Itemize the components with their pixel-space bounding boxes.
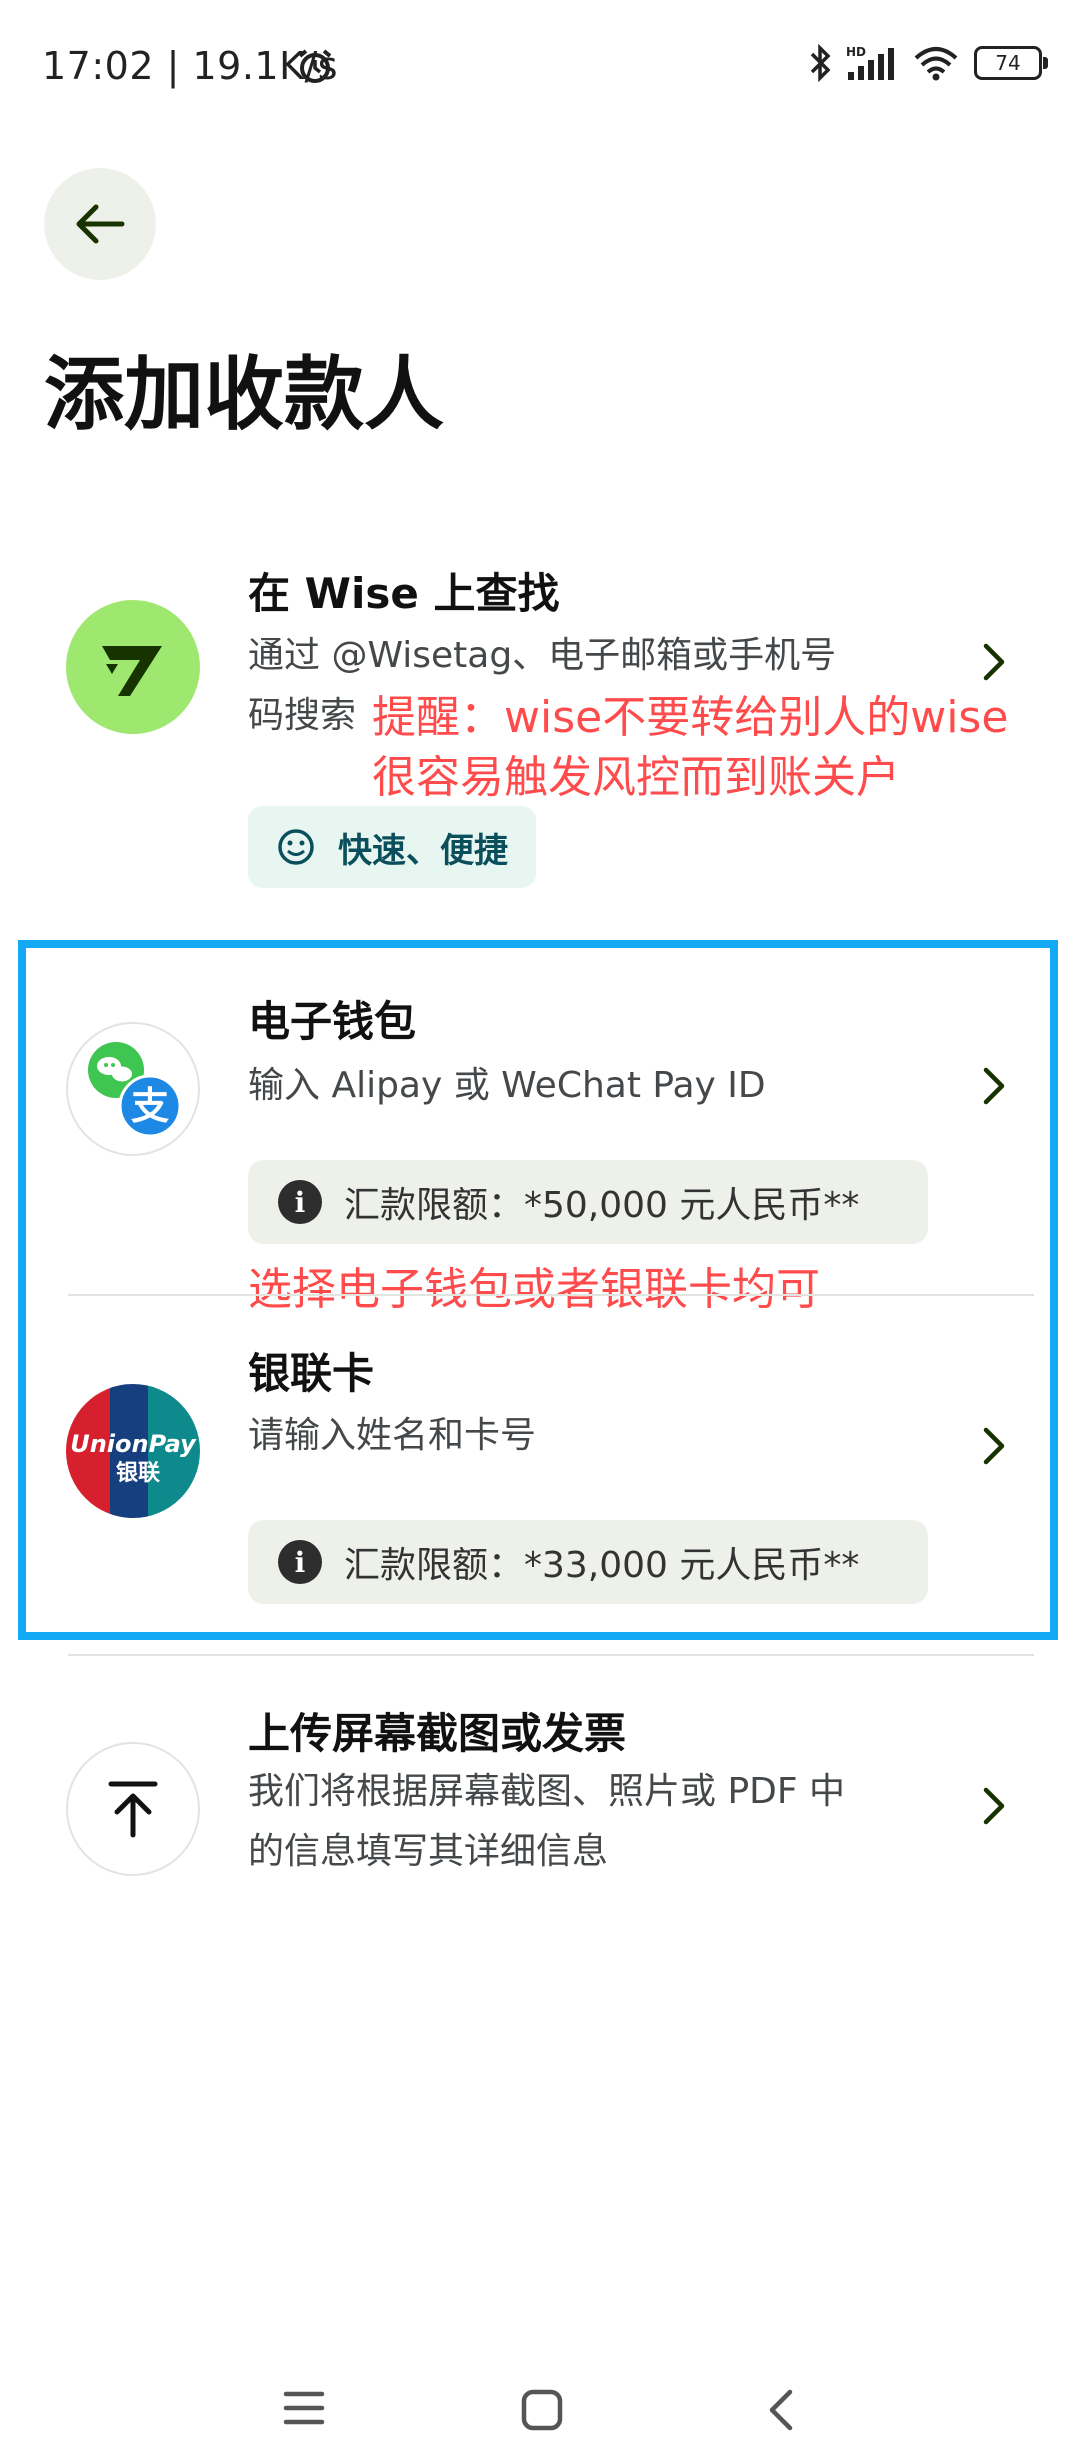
battery-indicator: 74: [974, 46, 1048, 80]
desc-line: 通过 @Wisetag、电子邮箱或手机号: [248, 635, 837, 676]
menu-icon[interactable]: [282, 2388, 326, 2428]
warning-line: 提醒：wise不要转给别人的wise: [372, 692, 1009, 743]
wise-logo-icon: [102, 646, 162, 696]
row-desc: 我们将根据屏幕截图、照片或 PDF 中 的信息填写其详细信息: [248, 1762, 845, 1882]
tag-label: 快速、便捷: [338, 830, 508, 871]
upload-icon: [108, 1781, 158, 1838]
bluetooth-icon: [810, 44, 831, 82]
upload-icon-circle: [66, 1742, 200, 1876]
back-arrow-icon: [76, 204, 125, 244]
alarm-icon: [298, 49, 332, 83]
system-nav-bar: [0, 2389, 1080, 2460]
signal-icon: HD: [846, 45, 894, 80]
warning-line: 很容易触发风控而到账关户: [372, 752, 900, 803]
wise-logo: [66, 600, 200, 734]
smile-icon: [278, 829, 314, 865]
row-title: 在 Wise 上查找: [248, 569, 560, 618]
desc-line: 的信息填写其详细信息: [248, 1831, 609, 1872]
battery-level: 74: [995, 51, 1021, 75]
page-title: 添加收款人: [44, 348, 444, 441]
back-button[interactable]: [44, 168, 156, 280]
warning-annotation: 提醒：wise不要转给别人的wise 很容易触发风控而到账关户: [372, 688, 1008, 808]
chevron-right-icon: [983, 1787, 1005, 1825]
status-time: 17:02 | 19.1K/s: [42, 44, 339, 88]
row-title: 上传屏幕截图或发票: [248, 1709, 627, 1758]
highlight-box: [18, 940, 1058, 1640]
status-icons: HD 74: [808, 44, 1048, 82]
svg-text:HD: HD: [846, 45, 866, 59]
divider: [68, 1654, 1034, 1656]
desc-line: 我们将根据屏幕截图、照片或 PDF 中: [248, 1771, 846, 1812]
chevron-right-icon: [983, 643, 1005, 681]
fast-convenient-tag: 快速、便捷: [248, 806, 536, 888]
wifi-icon: [914, 47, 958, 81]
upload-screenshot-option[interactable]: 上传屏幕截图或发票 我们将根据屏幕截图、照片或 PDF 中 的信息填写其详细信息: [0, 1700, 1080, 1920]
status-bar: 17:02 | 19.1K/s HD 74: [0, 0, 1080, 130]
back-nav-icon[interactable]: [766, 2388, 796, 2432]
home-icon[interactable]: [520, 2388, 564, 2432]
